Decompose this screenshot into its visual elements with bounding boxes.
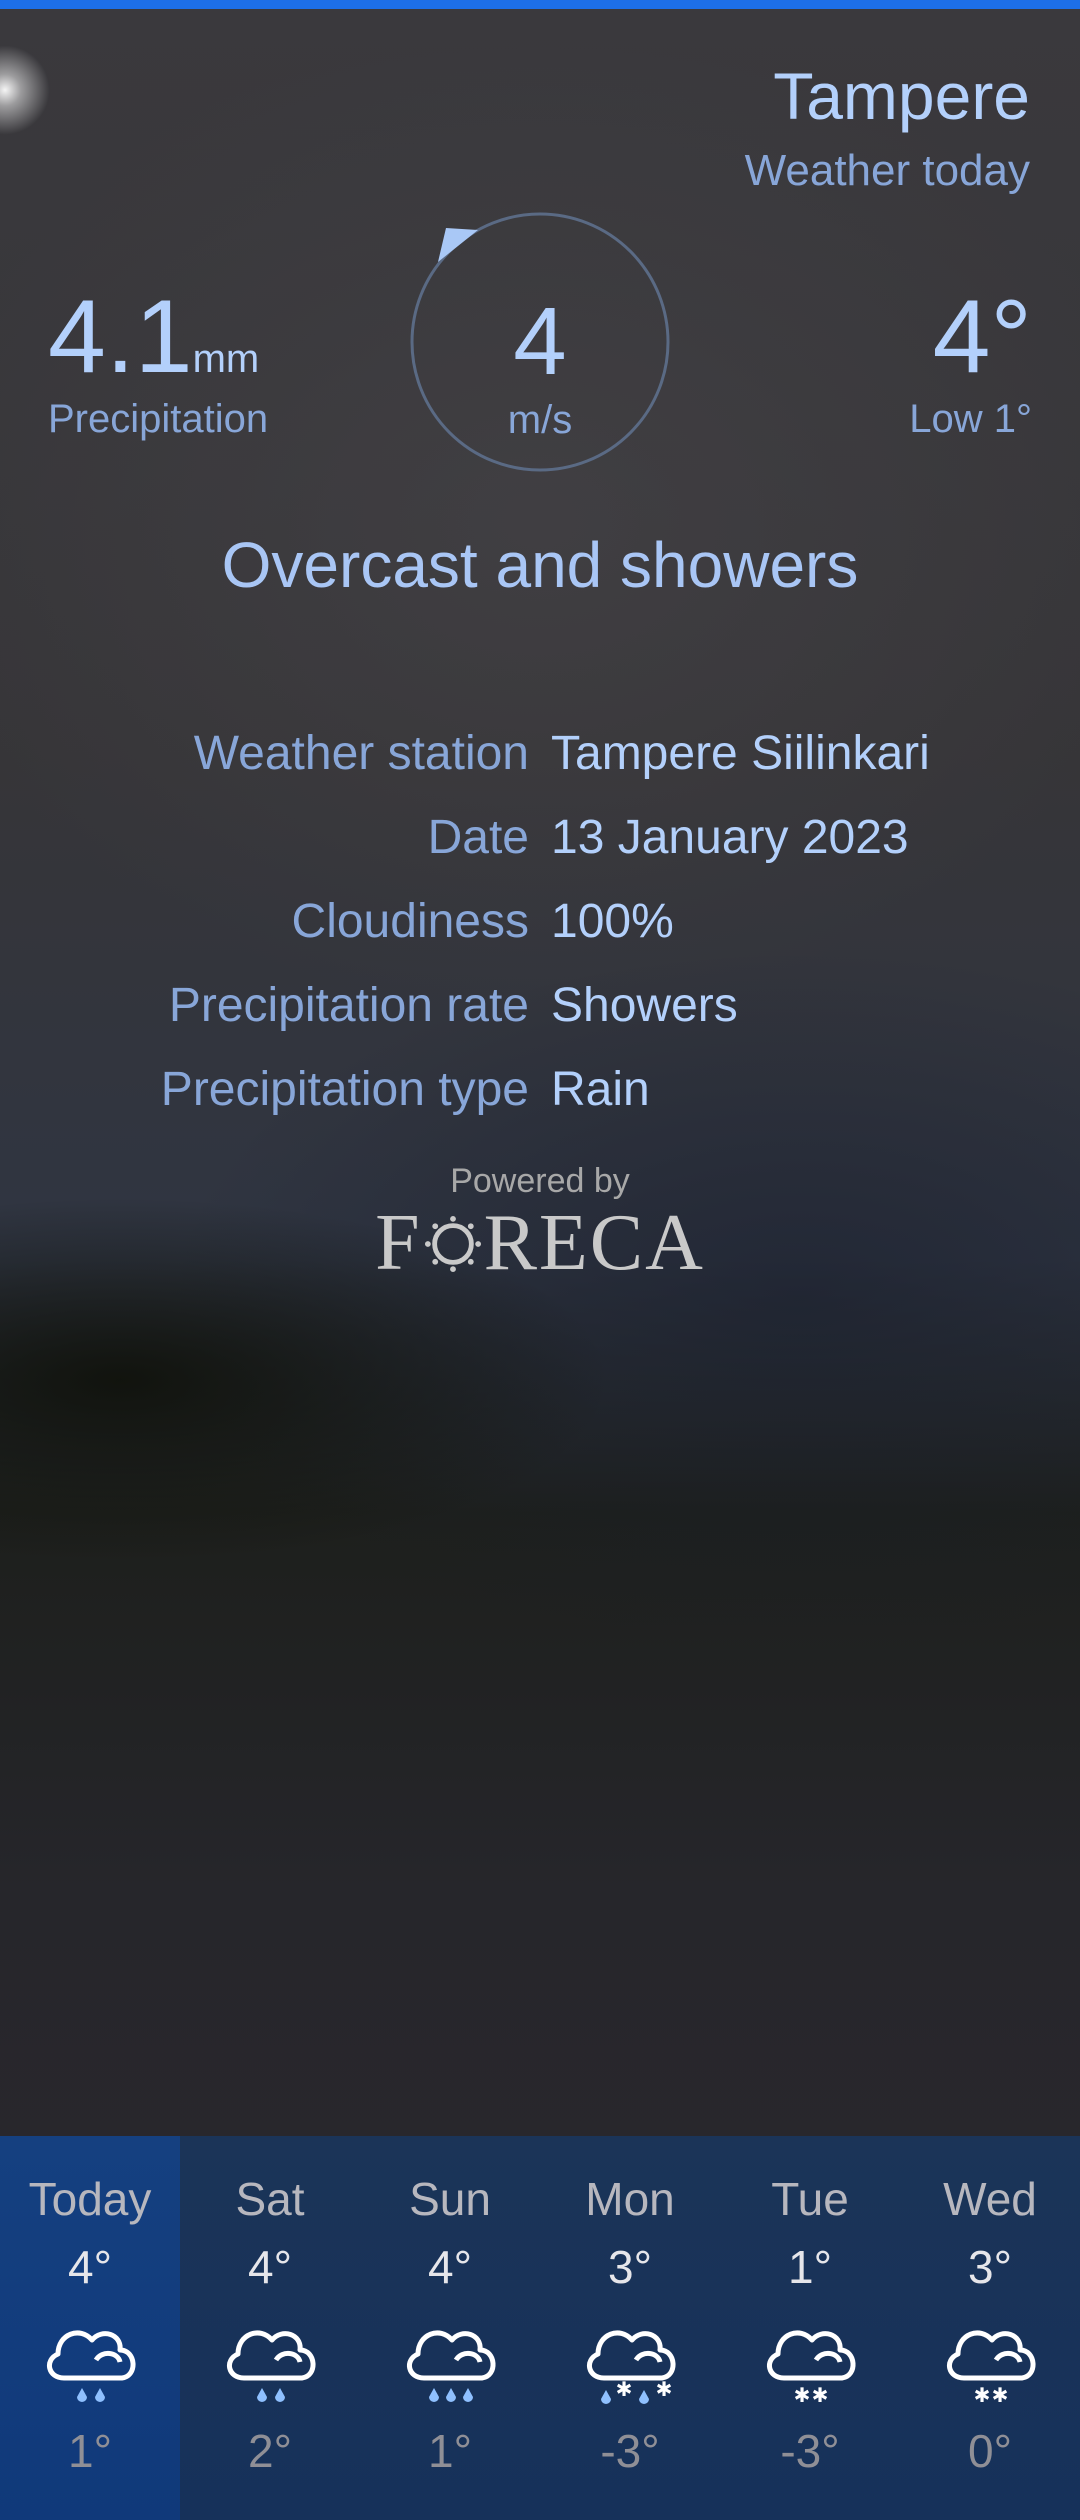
svg-text:✱: ✱: [794, 2383, 811, 2407]
day-low: 0°: [968, 2425, 1012, 2477]
cloud-sleet-icon: ✱ ✱: [587, 2330, 676, 2404]
temperature-block: 4° Low 1°: [909, 285, 1032, 442]
day-low: 2°: [248, 2425, 292, 2477]
cloud-heavy-rain-icon: [407, 2330, 496, 2403]
forecast-day-sun[interactable]: Sun 4° 1°: [360, 2136, 540, 2520]
sun-icon: [424, 1215, 481, 1273]
day-high: 4°: [68, 2241, 112, 2293]
detail-row: Weather station Tampere Siilinkari: [0, 726, 1080, 796]
detail-key: Cloudiness: [291, 895, 529, 948]
detail-key: Precipitation rate: [168, 979, 529, 1032]
top-accent-bar: [0, 0, 1080, 9]
forecast-day-wed[interactable]: Wed 3° ✱ ✱ 0°: [900, 2136, 1080, 2520]
detail-row: Date 13 January 2023: [0, 810, 1080, 880]
forecast-day-today[interactable]: Today 4° 1°: [0, 2136, 180, 2520]
precipitation-label: Precipitation: [48, 397, 269, 441]
weather-description: Overcast and showers: [221, 529, 859, 601]
cloud-rain-icon: [227, 2330, 316, 2402]
svg-text:✱: ✱: [656, 2377, 673, 2401]
detail-value: 100%: [551, 895, 674, 948]
precipitation-value: 4.1: [48, 279, 193, 395]
day-high: 1°: [788, 2241, 832, 2293]
day-name: Mon: [585, 2173, 675, 2225]
day-low: -3°: [780, 2425, 840, 2477]
powered-by-label: Powered by: [450, 1162, 630, 1200]
day-name: Today: [28, 2173, 152, 2225]
svg-text:✱: ✱: [616, 2377, 633, 2401]
cloud-snow-icon: ✱ ✱: [767, 2330, 856, 2407]
detail-row: Cloudiness 100%: [0, 894, 1080, 964]
day-low: -3°: [600, 2425, 660, 2477]
day-name: Sat: [235, 2173, 305, 2225]
precipitation-block: 4.1mm Precipitation: [48, 285, 268, 442]
detail-key: Precipitation type: [160, 1063, 529, 1116]
precipitation-unit: mm: [192, 337, 260, 381]
day-name: Wed: [943, 2173, 1037, 2225]
cloud-snow-icon: ✱ ✱: [947, 2330, 1036, 2407]
detail-value: 13 January 2023: [551, 811, 909, 864]
light-glow: [0, 45, 50, 135]
detail-key: Date: [427, 811, 529, 864]
forecast-day-mon[interactable]: Mon 3° ✱ ✱ -3°: [540, 2136, 720, 2520]
detail-row: Precipitation type Rain: [0, 1062, 1080, 1132]
wind-speed-unit: m/s: [507, 398, 573, 442]
day-name: Tue: [771, 2173, 849, 2225]
detail-key: Weather station: [193, 727, 529, 780]
detail-row: Precipitation rate Showers: [0, 978, 1080, 1048]
wind-indicator: 4 m/s: [410, 212, 670, 472]
page-subtitle: Weather today: [744, 146, 1030, 195]
day-high: 4°: [428, 2241, 472, 2293]
wind-direction-arrow-icon: [438, 228, 478, 262]
svg-text:✱: ✱: [974, 2383, 991, 2407]
detail-value: Showers: [551, 979, 738, 1032]
day-low: 1°: [428, 2425, 472, 2477]
forecast-strip: Today 4° 1° Sat 4° 2° Sun 4° 1° Mon 3° ✱…: [0, 2136, 1080, 2520]
temperature-low: Low 1°: [909, 397, 1032, 441]
svg-text:✱: ✱: [812, 2383, 829, 2407]
cloud-rain-icon: [47, 2330, 136, 2402]
forecast-day-tue[interactable]: Tue 1° ✱ ✱ -3°: [720, 2136, 900, 2520]
temperature-value: 4°: [932, 279, 1032, 395]
day-high: 3°: [968, 2241, 1012, 2293]
forecast-day-sat[interactable]: Sat 4° 2°: [180, 2136, 360, 2520]
wind-speed-value: 4: [513, 288, 567, 395]
day-low: 1°: [68, 2425, 112, 2477]
day-high: 4°: [248, 2241, 292, 2293]
svg-text:✱: ✱: [992, 2383, 1009, 2407]
foreca-logo[interactable]: F RECA: [0, 1198, 1080, 1288]
detail-value: Rain: [551, 1063, 650, 1116]
city-name: Tampere: [773, 59, 1030, 133]
detail-value: Tampere Siilinkari: [551, 727, 930, 780]
day-name: Sun: [409, 2173, 491, 2225]
day-high: 3°: [608, 2241, 652, 2293]
